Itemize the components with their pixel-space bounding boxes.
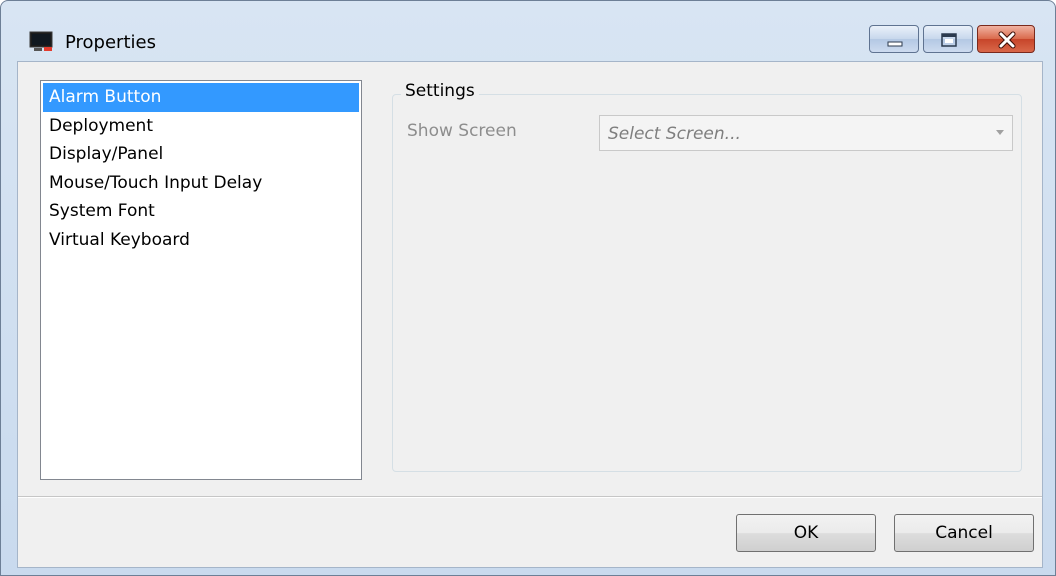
list-item-virtual-keyboard[interactable]: Virtual Keyboard [43, 226, 359, 255]
minimize-icon [887, 41, 903, 47]
settings-group-title: Settings [401, 81, 479, 101]
caption-buttons [869, 25, 1035, 53]
show-screen-label: Show Screen [407, 121, 517, 141]
properties-dialog: Properties Alarm Button Deployment Displ… [0, 0, 1056, 576]
list-item-deployment[interactable]: Deployment [43, 112, 359, 141]
monitor-app-icon [29, 31, 53, 51]
cancel-button[interactable]: Cancel [894, 514, 1034, 552]
show-screen-dropdown[interactable]: Select Screen... [599, 115, 1013, 151]
footer-divider [18, 496, 1042, 498]
window-title: Properties [65, 32, 156, 53]
maximize-icon [941, 33, 957, 47]
close-button[interactable] [977, 25, 1035, 53]
minimize-button[interactable] [869, 25, 919, 53]
list-item-system-font[interactable]: System Font [43, 197, 359, 226]
dialog-body: Alarm Button Deployment Display/Panel Mo… [17, 61, 1043, 568]
ok-button[interactable]: OK [736, 514, 876, 552]
list-item-display-panel[interactable]: Display/Panel [43, 140, 359, 169]
show-screen-value: Select Screen... [608, 124, 741, 144]
maximize-button[interactable] [923, 25, 973, 53]
list-item-mouse-touch-input-delay[interactable]: Mouse/Touch Input Delay [43, 169, 359, 198]
category-list[interactable]: Alarm Button Deployment Display/Panel Mo… [40, 80, 362, 480]
list-item-alarm-button[interactable]: Alarm Button [43, 83, 359, 112]
chevron-down-icon [996, 130, 1004, 135]
settings-group: Settings Show Screen Select Screen... [392, 81, 1022, 472]
close-icon [998, 31, 1016, 49]
